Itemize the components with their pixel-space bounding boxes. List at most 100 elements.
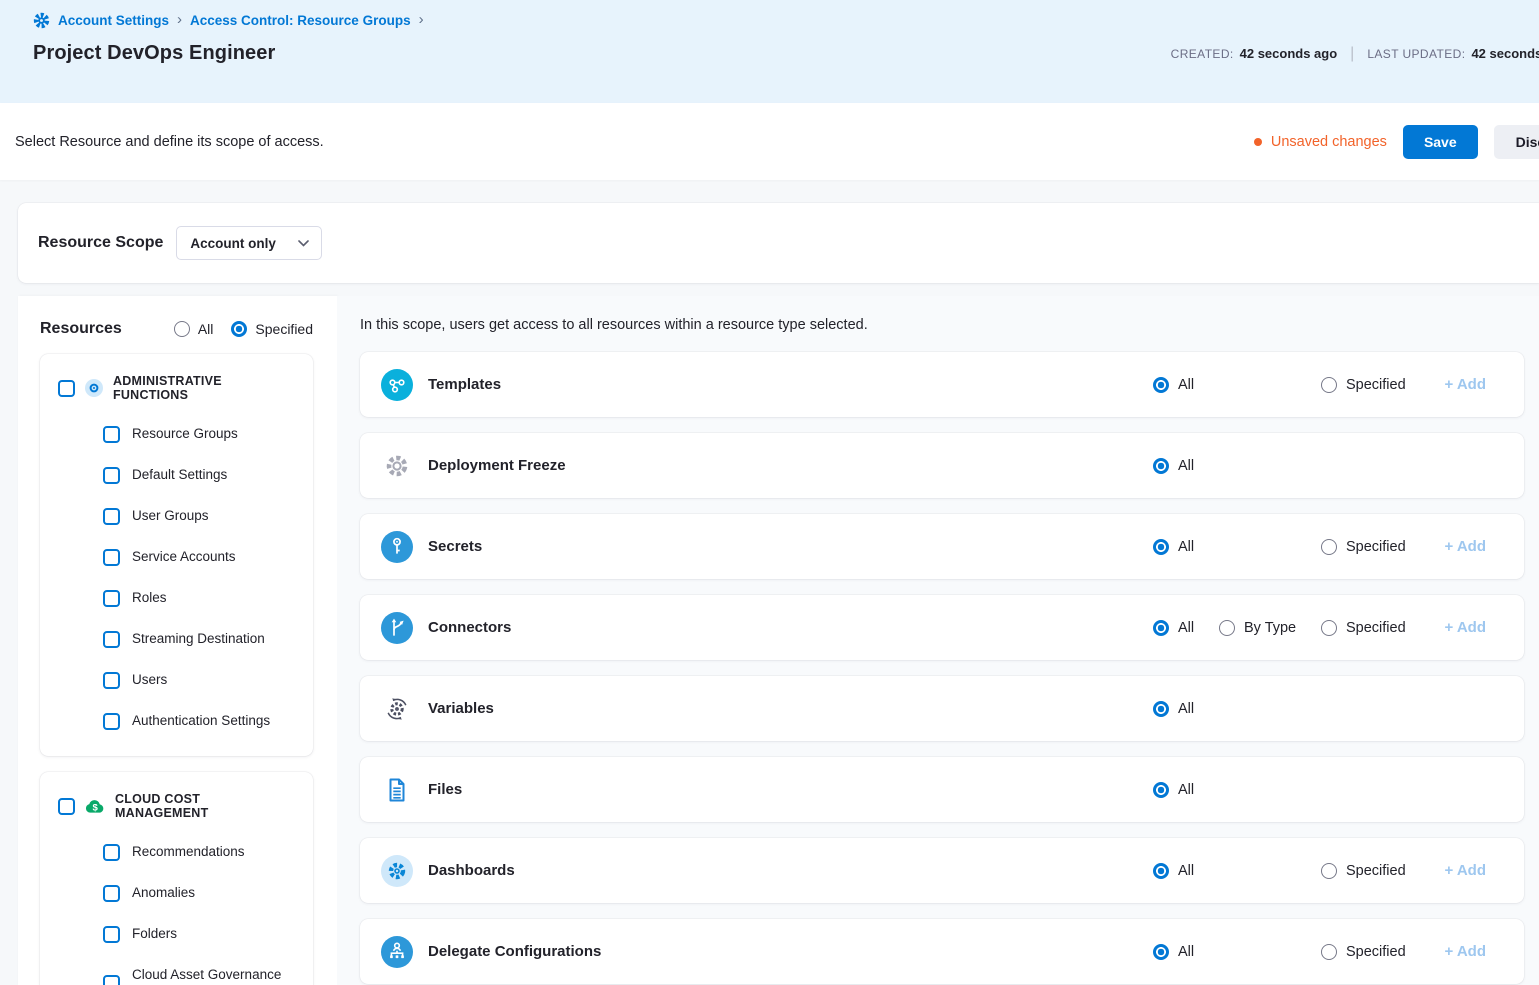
delegate-configurations-icon [381, 936, 413, 968]
list-item[interactable]: Folders [103, 926, 297, 943]
radio-all[interactable] [1153, 944, 1169, 960]
add-link[interactable]: + Add [1444, 943, 1486, 960]
item-label: Cloud Asset Governance Rules [132, 967, 284, 985]
breadcrumb-separator: › [419, 11, 424, 28]
item-checkbox[interactable] [103, 844, 120, 861]
radio-specified[interactable] [1321, 377, 1337, 393]
sidebar-groups: ADMINISTRATIVE FUNCTIONS Resource Groups… [40, 354, 313, 985]
list-item[interactable]: Service Accounts [103, 549, 297, 566]
page-header: Account Settings › Access Control: Resou… [0, 0, 1539, 103]
resources-radio-all[interactable]: All [174, 321, 214, 337]
svg-text:$: $ [93, 802, 99, 813]
breadcrumb-account-settings[interactable]: Account Settings [58, 13, 169, 28]
radio-label: Specified [1346, 863, 1406, 879]
radio-label: All [1178, 377, 1194, 393]
item-checkbox[interactable] [103, 713, 120, 730]
resources-radio-specified[interactable]: Specified [231, 321, 313, 337]
radio-label: All [1178, 863, 1194, 879]
created-value: 42 seconds ago [1240, 46, 1338, 61]
radio-by-type[interactable] [1219, 620, 1235, 636]
radio-specified[interactable] [1321, 944, 1337, 960]
radio-all[interactable] [1153, 539, 1169, 555]
item-label: Recommendations [132, 844, 245, 860]
list-item[interactable]: Users [103, 672, 297, 689]
list-item[interactable]: Default Settings [103, 467, 297, 484]
updated-value: 42 seconds ago [1471, 46, 1539, 61]
resource-scope-dropdown[interactable]: Account only [176, 226, 322, 260]
list-item[interactable]: Roles [103, 590, 297, 607]
breadcrumb-separator: › [177, 11, 182, 28]
radio-label: Specified [1346, 539, 1406, 555]
list-item[interactable]: User Groups [103, 508, 297, 525]
item-checkbox[interactable] [103, 926, 120, 943]
item-checkbox[interactable] [103, 426, 120, 443]
toolbar: Select Resource and define its scope of … [0, 103, 1539, 180]
radio-specified[interactable] [1321, 539, 1337, 555]
item-label: Users [132, 672, 167, 688]
radio-label: Specified [1346, 377, 1406, 393]
item-label: Streaming Destination [132, 631, 265, 647]
item-checkbox[interactable] [103, 975, 120, 985]
add-link[interactable]: + Add [1444, 619, 1486, 636]
list-item[interactable]: Authentication Settings [103, 713, 297, 730]
list-item[interactable]: Recommendations [103, 844, 297, 861]
unsaved-label: Unsaved changes [1271, 134, 1387, 150]
resource-scope-card: Resource Scope Account only [18, 203, 1539, 283]
secrets-icon [381, 531, 413, 563]
item-checkbox[interactable] [103, 467, 120, 484]
radio-all[interactable] [1153, 701, 1169, 717]
item-checkbox[interactable] [103, 549, 120, 566]
unsaved-dot-icon [1254, 138, 1262, 146]
radio-all[interactable] [1153, 620, 1169, 636]
group-name: ADMINISTRATIVE FUNCTIONS [113, 374, 297, 402]
radio-specified[interactable] [231, 321, 247, 337]
resource-types-panel: In this scope, users get access to all r… [337, 296, 1539, 985]
resources-title: Resources [40, 320, 174, 338]
radio-label: All [1178, 944, 1194, 960]
cloud-cost-icon: $ [85, 798, 105, 814]
radio-all[interactable] [1153, 377, 1169, 393]
breadcrumb-resource-groups[interactable]: Access Control: Resource Groups [190, 13, 411, 28]
group-checkbox[interactable] [58, 380, 75, 397]
radio-label: All [1178, 701, 1194, 717]
table-row: Files All [360, 757, 1524, 822]
radio-all[interactable] [174, 321, 190, 337]
radio-all[interactable] [1153, 863, 1169, 879]
created-label: CREATED: [1171, 47, 1234, 61]
add-link[interactable]: + Add [1444, 862, 1486, 879]
radio-label: All [1178, 782, 1194, 798]
item-checkbox[interactable] [103, 590, 120, 607]
item-checkbox[interactable] [103, 631, 120, 648]
save-button[interactable]: Save [1403, 125, 1478, 159]
add-link[interactable]: + Add [1444, 376, 1486, 393]
radio-all[interactable] [1153, 782, 1169, 798]
radio-label: All [1178, 458, 1194, 474]
radio-specified[interactable] [1321, 620, 1337, 636]
item-label: Resource Groups [132, 426, 238, 442]
radio-all[interactable] [1153, 458, 1169, 474]
resource-rows: Templates All Specified + Add Deployment… [360, 352, 1524, 984]
radio-specified[interactable] [1321, 863, 1337, 879]
radio-label: All [1178, 620, 1194, 636]
table-row: Variables All [360, 676, 1524, 741]
group-checkbox[interactable] [58, 798, 75, 815]
item-checkbox[interactable] [103, 672, 120, 689]
resources-sidebar: Resources All Specified ADMINISTRATIVE F… [18, 296, 337, 985]
resource-type-label: Files [428, 781, 462, 798]
list-item[interactable]: Streaming Destination [103, 631, 297, 648]
dashboards-icon [381, 855, 413, 887]
list-item[interactable]: Cloud Asset Governance Rules [103, 967, 297, 985]
item-checkbox[interactable] [103, 885, 120, 902]
list-item[interactable]: Resource Groups [103, 426, 297, 443]
discard-button[interactable]: Discard [1494, 125, 1539, 159]
radio-all-label: All [198, 321, 214, 337]
admin-functions-icon [85, 379, 103, 397]
gear-icon [33, 12, 50, 29]
add-link[interactable]: + Add [1444, 538, 1486, 555]
resource-type-label: Delegate Configurations [428, 943, 601, 960]
item-checkbox[interactable] [103, 508, 120, 525]
resource-type-label: Dashboards [428, 862, 515, 879]
resource-type-label: Secrets [428, 538, 482, 555]
list-item[interactable]: Anomalies [103, 885, 297, 902]
item-label: User Groups [132, 508, 209, 524]
